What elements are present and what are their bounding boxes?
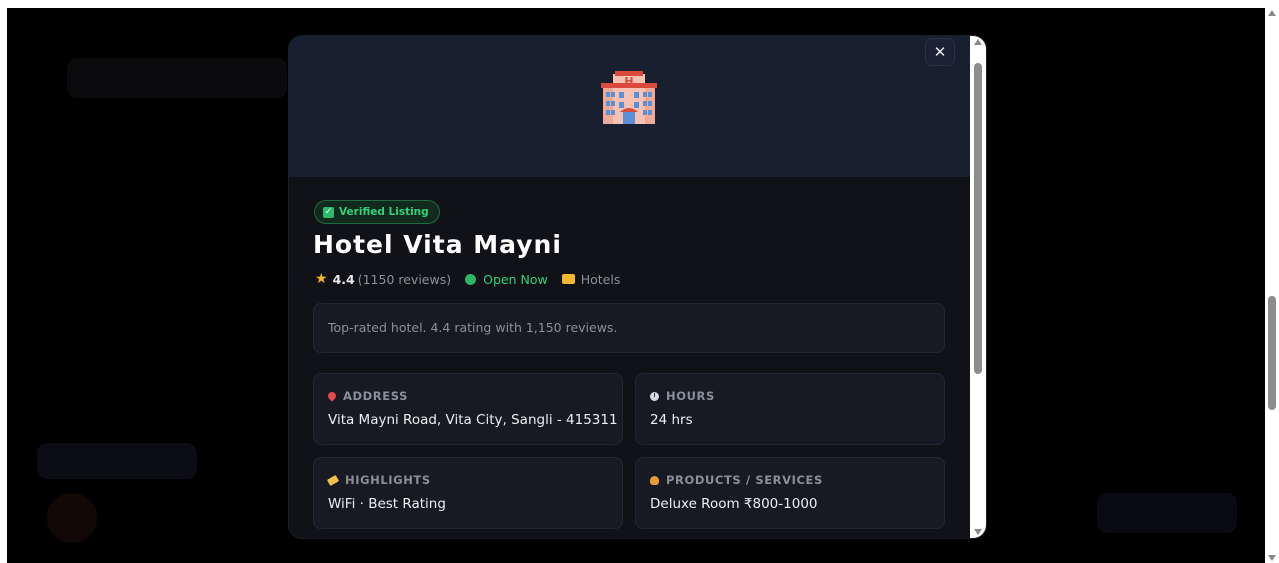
rating-value: 4.4 [332,271,355,287]
products-services-card: PRODUCTS / SERVICES Deluxe Room ₹800-100… [635,457,945,529]
highlights-card: HIGHLIGHTS WiFi · Best Rating [313,457,623,529]
listing-detail-modal: H ✕ ✓ Verified Listing Hotel Vita Mayni … [288,35,987,539]
check-icon: ✓ [323,206,334,218]
hotel-icon: H [601,71,657,124]
hours-card-label: HOURS [650,389,715,403]
modal-scrollbar-thumb[interactable] [974,63,982,374]
scroll-down-arrow-icon[interactable] [1268,555,1276,561]
hours-label: HOURS [666,389,715,403]
blurred-background-block [47,493,97,543]
clock-icon [650,391,659,401]
address-label: ADDRESS [343,389,408,403]
products-value: Deluxe Room ₹800-1000 [650,496,818,512]
tag-icon [326,474,340,486]
highlights-label: HIGHLIGHTS [345,473,431,487]
money-bag-icon [650,475,659,485]
highlights-card-label: HIGHLIGHTS [326,473,431,487]
open-status: Open Now [483,271,548,287]
blurred-background-block [1097,493,1237,533]
scroll-up-arrow-icon[interactable] [1268,10,1276,16]
star-icon: ★ [315,271,328,287]
verified-listing-badge: ✓ Verified Listing [314,200,440,224]
page-scrollbar[interactable] [1265,8,1279,563]
review-count: (1150 reviews) [357,271,452,287]
address-value: Vita Mayni Road, Vita City, Sangli - 415… [328,412,618,428]
blurred-background-block [67,58,287,98]
close-button[interactable]: ✕ [925,38,955,66]
pin-icon [326,390,338,402]
category-label: Hotels [580,271,621,287]
listing-meta-row: ★ 4.4 (1150 reviews) Open Now Hotels [315,269,620,289]
hours-value: 24 hrs [650,412,693,428]
folder-icon [561,274,575,284]
blurred-background-block [37,443,197,479]
scroll-up-arrow-icon[interactable] [974,39,982,45]
hours-card: HOURS 24 hrs [635,373,945,445]
description-box: Top-rated hotel. 4.4 rating with 1,150 r… [313,303,945,353]
close-icon[interactable]: ✕ [934,43,947,61]
badge-label: Verified Listing [339,206,429,218]
address-card: ADDRESS Vita Mayni Road, Vita City, Sang… [313,373,623,445]
modal-scrollbar[interactable] [970,36,986,538]
scroll-down-arrow-icon[interactable] [974,529,982,535]
products-card-label: PRODUCTS / SERVICES [650,473,823,487]
modal-hero-banner: H ✕ [289,36,970,177]
description-text: Top-rated hotel. 4.4 rating with 1,150 r… [328,320,618,335]
address-card-label: ADDRESS [326,389,408,403]
svg-text:H: H [624,75,633,88]
products-label: PRODUCTS / SERVICES [666,473,823,487]
listing-title: Hotel Vita Mayni [313,230,562,259]
highlights-value: WiFi · Best Rating [328,496,446,512]
open-status-dot-icon [465,273,477,285]
page-scrollbar-thumb[interactable] [1268,296,1276,410]
